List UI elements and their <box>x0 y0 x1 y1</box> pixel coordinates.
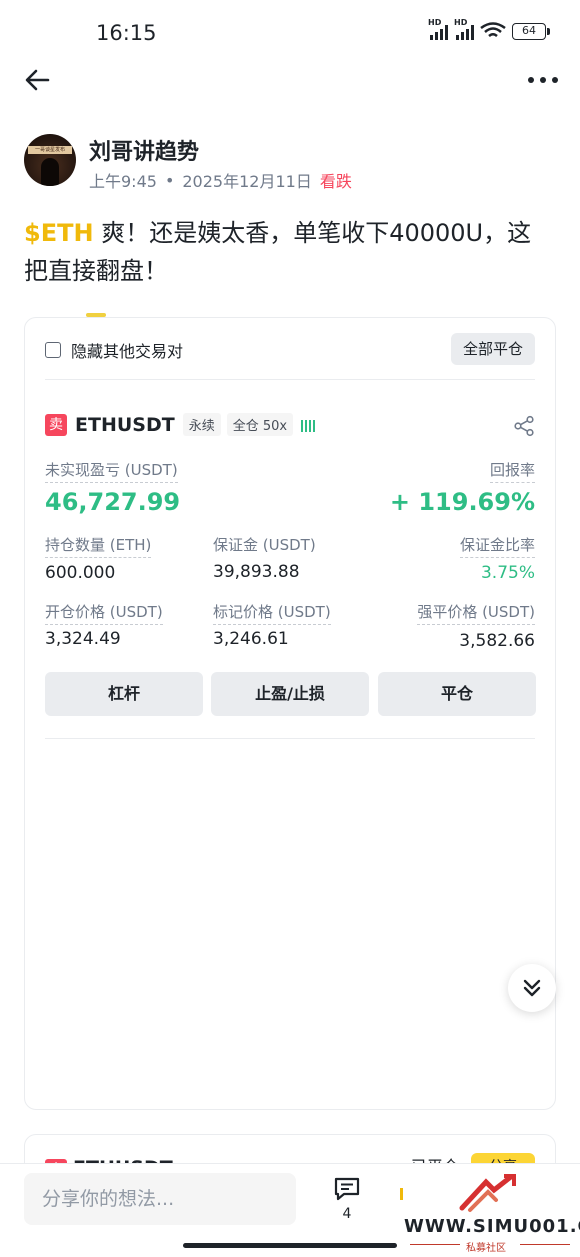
divider <box>45 379 535 380</box>
margin-ratio-value: 3.75% <box>480 563 535 583</box>
entry-price-value: 3,324.49 <box>45 629 121 649</box>
comment-count: 4 <box>342 1206 352 1222</box>
tp-sl-button[interactable]: 止盈/止损 <box>211 672 369 716</box>
mark-price-label: 标记价格 (USDT) <box>213 601 331 625</box>
close-position-button[interactable]: 平仓 <box>378 672 536 716</box>
watermark-url: WWW.SIMU001.CN <box>404 1216 580 1237</box>
entry-price-label: 开仓价格 (USDT) <box>45 601 163 625</box>
bottom-bar: 4 WWW.SIMU001.CN 私募社区 <box>0 1163 580 1257</box>
meta-dot: • <box>164 170 175 190</box>
more-options-icon[interactable] <box>528 66 558 94</box>
margin-label: 保证金 (USDT) <box>213 536 316 554</box>
leverage-button[interactable]: 杠杆 <box>45 672 203 716</box>
avatar[interactable]: 一哥谈星发布 <box>24 134 76 186</box>
hide-other-pairs-label: 隐藏其他交易对 <box>71 342 184 361</box>
avatar-banner-text: 一哥谈星发布 <box>28 146 72 154</box>
post-time: 上午9:45 <box>89 172 157 191</box>
post-body: 爽！还是姨太香，单笔收下40000U，这把直接翻盘！ <box>24 219 532 285</box>
hide-other-pairs-toggle[interactable]: 隐藏其他交易对 <box>45 338 183 362</box>
liq-price-label: 强平价格 (USDT) <box>417 601 535 625</box>
watermark-line <box>520 1244 570 1245</box>
double-chevron-down-icon <box>523 979 541 997</box>
battery-icon: 64 <box>512 22 550 40</box>
author-name[interactable]: 刘哥讲趋势 <box>89 134 199 166</box>
accent-mark <box>400 1188 403 1200</box>
status-icons: HD HD 64 <box>428 18 550 40</box>
risk-level-icon <box>301 418 316 432</box>
margin-ratio-label: 保证金比率 <box>459 534 535 558</box>
cellular-signal-icon: HD <box>428 18 448 40</box>
liq-price-value: 3,582.66 <box>459 631 535 651</box>
roe-value: + 119.69% <box>389 488 535 516</box>
watermark-line <box>410 1244 460 1245</box>
comment-button[interactable]: 4 <box>330 1176 364 1224</box>
battery-level: 64 <box>512 22 546 40</box>
watermark-subtitle: 私募社区 <box>466 1243 506 1254</box>
wifi-icon <box>480 22 506 37</box>
unrealized-pnl-label: 未实现盈亏 (USDT) <box>45 459 178 483</box>
checkbox[interactable] <box>45 342 61 358</box>
position-card: 隐藏其他交易对 全部平仓 卖 ETHUSDT 永续 全仓 50x 未实现盈亏 (… <box>24 317 556 1110</box>
ticker-link[interactable]: $ETH <box>24 219 94 247</box>
post-text: $ETH 爽！还是姨太香，单笔收下40000U，这把直接翻盘！ <box>24 214 554 290</box>
sentiment-badge: 看跌 <box>319 172 352 191</box>
post-meta: 上午9:45 • 2025年12月11日 看跌 <box>89 168 352 192</box>
scroll-down-button[interactable] <box>508 964 556 1012</box>
contract-type-tag: 永续 <box>182 413 221 436</box>
comment-input[interactable] <box>24 1173 296 1225</box>
cellular-signal-icon-2: HD <box>454 18 474 40</box>
unrealized-pnl-value: 46,727.99 <box>45 488 181 516</box>
status-bar: 16:15 HD HD 64 <box>0 0 580 64</box>
divider <box>45 738 535 739</box>
close-all-button[interactable]: 全部平仓 <box>450 333 535 365</box>
home-indicator[interactable] <box>183 1243 397 1248</box>
watermark-logo-icon <box>459 1174 516 1212</box>
position-header: 卖 ETHUSDT 永续 全仓 50x <box>45 413 316 436</box>
mark-price-value: 3,246.61 <box>213 629 289 649</box>
size-value: 600.000 <box>45 563 116 583</box>
comment-icon <box>334 1177 360 1201</box>
margin-value: 39,893.88 <box>213 562 300 582</box>
share-icon[interactable] <box>513 415 535 437</box>
back-arrow-icon[interactable] <box>22 64 54 96</box>
roe-label: 回报率 <box>489 459 535 483</box>
size-label: 持仓数量 (ETH) <box>45 534 152 558</box>
symbol: ETHUSDT <box>75 413 175 436</box>
post-date: 2025年12月11日 <box>182 172 312 191</box>
status-time: 16:15 <box>96 21 157 45</box>
margin-leverage-tag: 全仓 50x <box>226 413 294 436</box>
side-badge: 卖 <box>45 413 67 436</box>
